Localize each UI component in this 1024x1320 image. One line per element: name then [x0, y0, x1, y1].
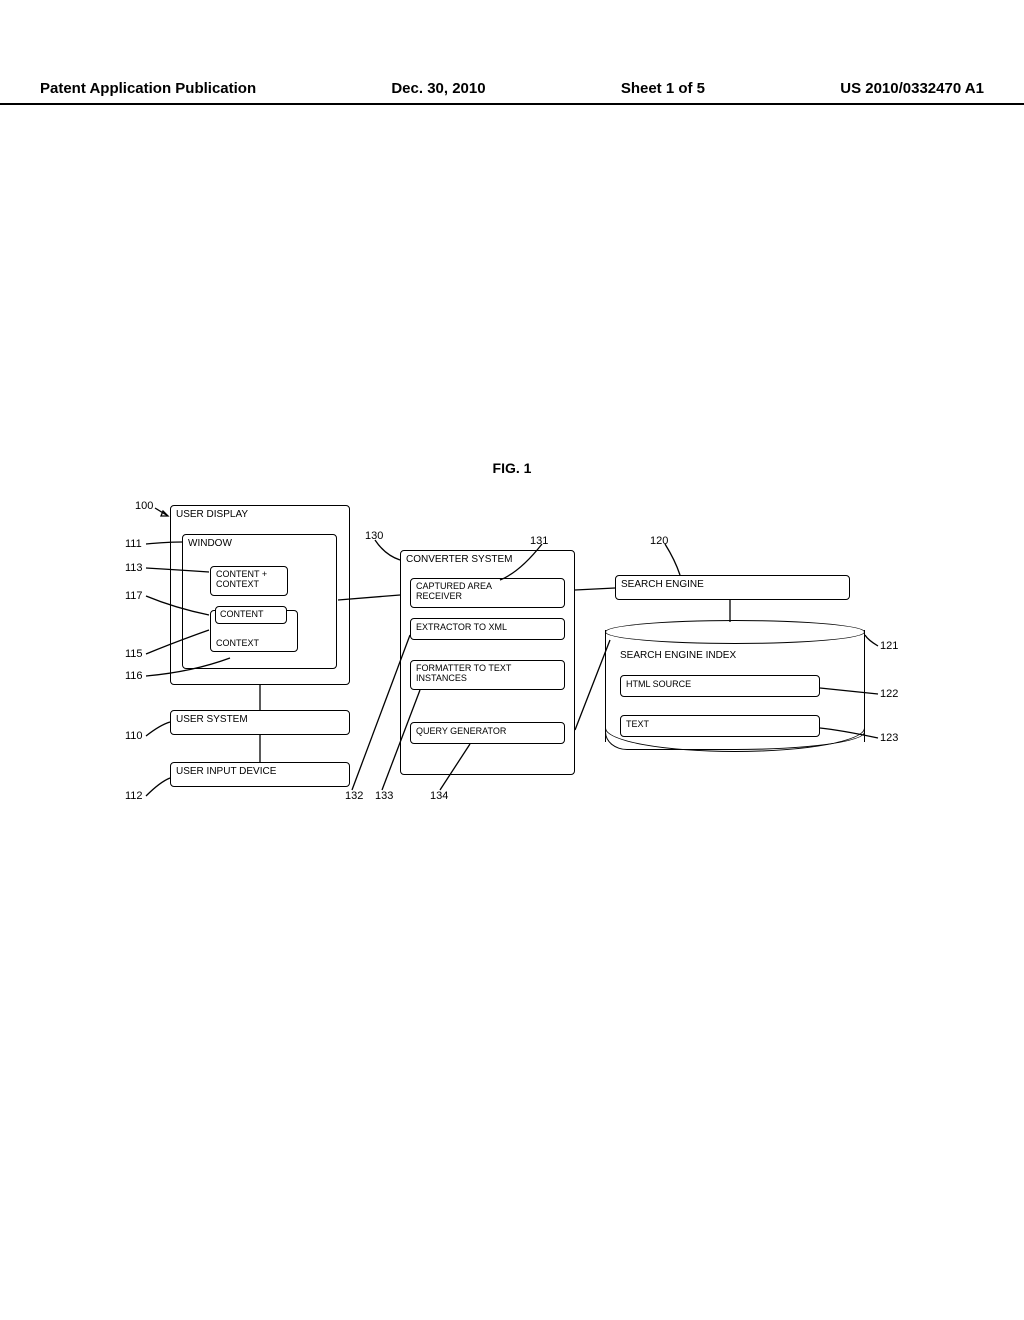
figure-title: FIG. 1	[0, 460, 1024, 476]
captured-area-receiver-box: CAPTURED AREA RECEIVER	[410, 578, 565, 608]
extractor-xml-label: EXTRACTOR TO XML	[416, 622, 507, 632]
window-label: WINDOW	[188, 538, 232, 549]
user-input-device-label: USER INPUT DEVICE	[176, 766, 276, 777]
content-inner-box: CONTENT	[215, 606, 287, 624]
ref-133: 133	[375, 790, 393, 802]
ref-122: 122	[880, 688, 898, 700]
figure-1-diagram: USER DISPLAY WINDOW CONTENT + CONTEXT CO…	[120, 500, 890, 820]
search-engine-index-label: SEARCH ENGINE INDEX	[620, 650, 736, 661]
sheet-number: Sheet 1 of 5	[621, 80, 705, 97]
ref-134: 134	[430, 790, 448, 802]
ref-132: 132	[345, 790, 363, 802]
extractor-xml-box: EXTRACTOR TO XML	[410, 618, 565, 640]
html-source-box: HTML SOURCE	[620, 675, 820, 697]
text-box: TEXT	[620, 715, 820, 737]
ref-115: 115	[125, 648, 143, 660]
query-generator-box: QUERY GENERATOR	[410, 722, 565, 744]
text-label: TEXT	[626, 719, 649, 729]
search-engine-box: SEARCH ENGINE	[615, 575, 850, 600]
user-system-box: USER SYSTEM	[170, 710, 350, 735]
ref-113: 113	[125, 562, 143, 574]
ref-131: 131	[530, 535, 548, 547]
context-label: CONTEXT	[216, 638, 259, 648]
publication-date: Dec. 30, 2010	[391, 80, 485, 97]
ref-130: 130	[365, 530, 383, 542]
ref-123: 123	[880, 732, 898, 744]
user-input-device-box: USER INPUT DEVICE	[170, 762, 350, 787]
ref-117: 117	[125, 590, 143, 602]
query-generator-label: QUERY GENERATOR	[416, 726, 506, 736]
user-system-label: USER SYSTEM	[176, 714, 248, 725]
ref-112: 112	[125, 790, 143, 802]
content-label: CONTENT	[220, 609, 264, 619]
user-display-label: USER DISPLAY	[176, 509, 248, 520]
ref-110: 110	[125, 730, 143, 742]
converter-system-label: CONVERTER SYSTEM	[406, 554, 513, 565]
ref-100: 100	[135, 500, 153, 512]
ref-121: 121	[880, 640, 898, 652]
html-source-label: HTML SOURCE	[626, 679, 691, 689]
ref-120: 120	[650, 535, 668, 547]
ref-111: 111	[125, 538, 142, 550]
patent-header: Patent Application Publication Dec. 30, …	[0, 80, 1024, 105]
publication-type: Patent Application Publication	[40, 80, 256, 97]
search-engine-label: SEARCH ENGINE	[621, 579, 704, 590]
publication-number: US 2010/0332470 A1	[840, 80, 984, 97]
ref-116: 116	[125, 670, 143, 682]
content-context-box: CONTENT + CONTEXT	[210, 566, 288, 596]
formatter-text-box: FORMATTER TO TEXT INSTANCES	[410, 660, 565, 690]
